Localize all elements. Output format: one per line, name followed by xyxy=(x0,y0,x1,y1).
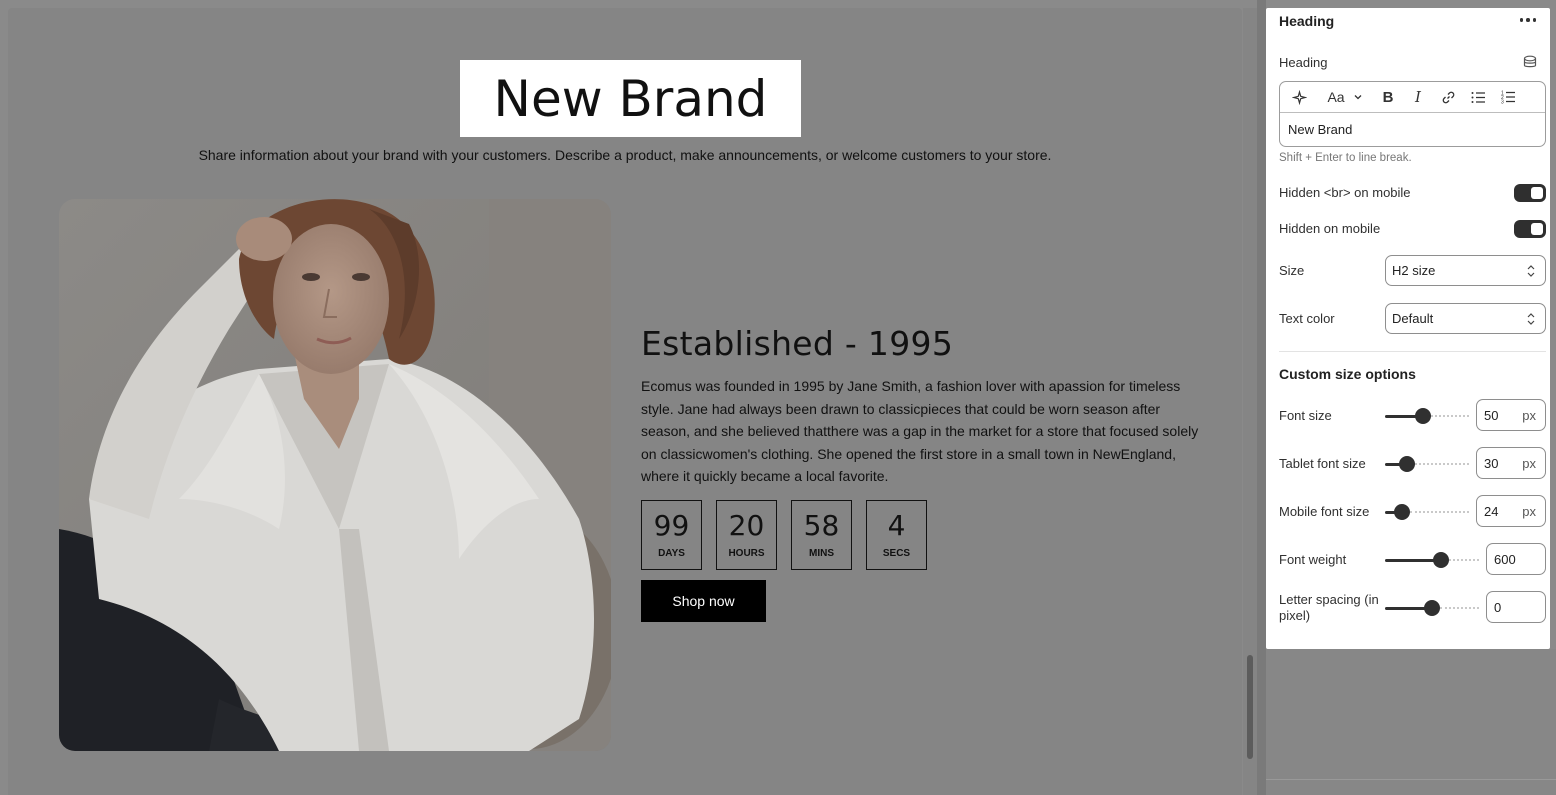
text-color-label: Text color xyxy=(1279,311,1335,326)
more-options-icon[interactable] xyxy=(1519,18,1536,22)
panel-title: Heading xyxy=(1279,13,1335,29)
shop-now-button[interactable]: Shop now xyxy=(641,579,766,622)
link-icon[interactable] xyxy=(1437,86,1459,108)
font-weight-label: Font weight xyxy=(1279,552,1347,567)
section-divider xyxy=(1279,351,1546,352)
preview-canvas: New Brand Share information about your b… xyxy=(8,8,1242,795)
countdown-secs: 4 SECS xyxy=(866,499,927,570)
svg-text:3: 3 xyxy=(1501,100,1504,105)
countdown-label: HOURS xyxy=(728,548,765,559)
text-color-select-value: Default xyxy=(1392,311,1434,326)
mobile-font-size-value: 24 xyxy=(1484,503,1499,519)
countdown-value: 58 xyxy=(803,509,840,542)
mobile-font-size-label: Mobile font size xyxy=(1279,504,1370,519)
heading-text-value[interactable]: New Brand xyxy=(1280,113,1545,146)
tablet-font-size-value: 30 xyxy=(1484,455,1499,471)
letter-spacing-label: Letter spacing (in pixel) xyxy=(1279,592,1379,623)
tablet-font-size-input[interactable]: 30 px xyxy=(1476,447,1546,479)
hidden-mobile-label: Hidden on mobile xyxy=(1279,221,1381,236)
font-size-slider-handle[interactable] xyxy=(1415,408,1431,424)
editor-toolbar: Aa B I 123 xyxy=(1280,82,1545,113)
numbered-list-icon[interactable]: 123 xyxy=(1497,86,1519,108)
font-size-unit: px xyxy=(1522,407,1536,423)
font-weight-slider-handle[interactable] xyxy=(1433,552,1449,568)
chevron-down-icon[interactable] xyxy=(1351,86,1365,108)
size-label: Size xyxy=(1279,263,1305,278)
tablet-font-size-slider-handle[interactable] xyxy=(1399,456,1415,472)
select-chevrons-icon xyxy=(1527,313,1535,325)
story-block: Established - 1995 Ecomus was founded in… xyxy=(641,324,1206,622)
tablet-font-size-unit: px xyxy=(1522,455,1536,471)
size-select[interactable]: H2 size xyxy=(1385,255,1546,286)
font-size-label: Font size xyxy=(1279,408,1332,423)
letter-spacing-slider-handle[interactable] xyxy=(1424,600,1440,616)
font-weight-input[interactable]: 600 xyxy=(1486,543,1546,575)
letter-spacing-slider[interactable] xyxy=(1385,600,1479,616)
font-weight-slider[interactable] xyxy=(1385,552,1479,568)
mobile-font-size-slider[interactable] xyxy=(1385,504,1469,520)
countdown-value: 4 xyxy=(887,509,906,542)
countdown-label: MINS xyxy=(809,548,834,559)
countdown-mins: 58 MINS xyxy=(791,499,852,570)
story-title: Established - 1995 xyxy=(641,324,954,363)
hidden-mobile-toggle[interactable] xyxy=(1514,220,1546,238)
hidden-br-label: Hidden <br> on mobile xyxy=(1279,185,1411,200)
countdown-label: SECS xyxy=(882,548,911,559)
brand-subtext: Share information about your brand with … xyxy=(198,147,1052,163)
mobile-font-size-slider-handle[interactable] xyxy=(1394,504,1410,520)
text-style-icon[interactable]: Aa xyxy=(1321,86,1351,108)
countdown-label: DAYS xyxy=(658,548,685,559)
tablet-font-size-label: Tablet font size xyxy=(1279,456,1366,471)
brand-heading: New Brand xyxy=(493,69,768,128)
heading-block[interactable]: New Brand xyxy=(460,60,801,137)
select-chevrons-icon xyxy=(1527,265,1535,277)
ai-sparkle-icon[interactable] xyxy=(1289,86,1309,108)
tablet-font-size-slider[interactable] xyxy=(1385,456,1469,472)
panel-gutter xyxy=(1257,0,1266,795)
font-size-input[interactable]: 50 px xyxy=(1476,399,1546,431)
heading-field-label: Heading xyxy=(1279,55,1328,70)
countdown-value: 20 xyxy=(728,509,765,542)
panel-footer-area xyxy=(1266,649,1556,795)
countdown: 99 DAYS 20 HOURS 58 MINS 4 SECS xyxy=(641,499,1206,570)
countdown-hours: 20 HOURS xyxy=(716,499,777,570)
bold-icon[interactable]: B xyxy=(1377,86,1399,108)
settings-panel: Heading Heading Aa B I 1 2 3 New Brand S… xyxy=(1266,8,1550,649)
size-select-value: H2 size xyxy=(1392,263,1436,278)
story-body: Ecomus was founded in 1995 by Jane Smith… xyxy=(641,378,1199,484)
mobile-font-size-input[interactable]: 24 px xyxy=(1476,495,1546,527)
model-photo xyxy=(59,199,611,751)
hidden-br-toggle[interactable] xyxy=(1514,184,1546,202)
mobile-font-size-unit: px xyxy=(1522,503,1536,519)
custom-size-title: Custom size options xyxy=(1279,366,1416,382)
dynamic-source-icon[interactable] xyxy=(1523,55,1537,74)
bullet-list-icon[interactable] xyxy=(1467,86,1489,108)
font-weight-value: 600 xyxy=(1494,551,1516,567)
line-break-hint: Shift + Enter to line break. xyxy=(1279,152,1412,164)
preview-scrollbar-thumb[interactable] xyxy=(1247,655,1253,759)
font-size-slider[interactable] xyxy=(1385,408,1469,424)
letter-spacing-value: 0 xyxy=(1494,599,1502,615)
countdown-value: 99 xyxy=(653,509,690,542)
countdown-days: 99 DAYS xyxy=(641,499,702,570)
font-size-value: 50 xyxy=(1484,407,1499,423)
text-color-select[interactable]: Default xyxy=(1385,303,1546,334)
letter-spacing-input[interactable]: 0 xyxy=(1486,591,1546,623)
rich-text-editor[interactable]: Aa B I 123 New Brand xyxy=(1279,81,1546,147)
italic-icon[interactable]: I xyxy=(1407,86,1429,108)
